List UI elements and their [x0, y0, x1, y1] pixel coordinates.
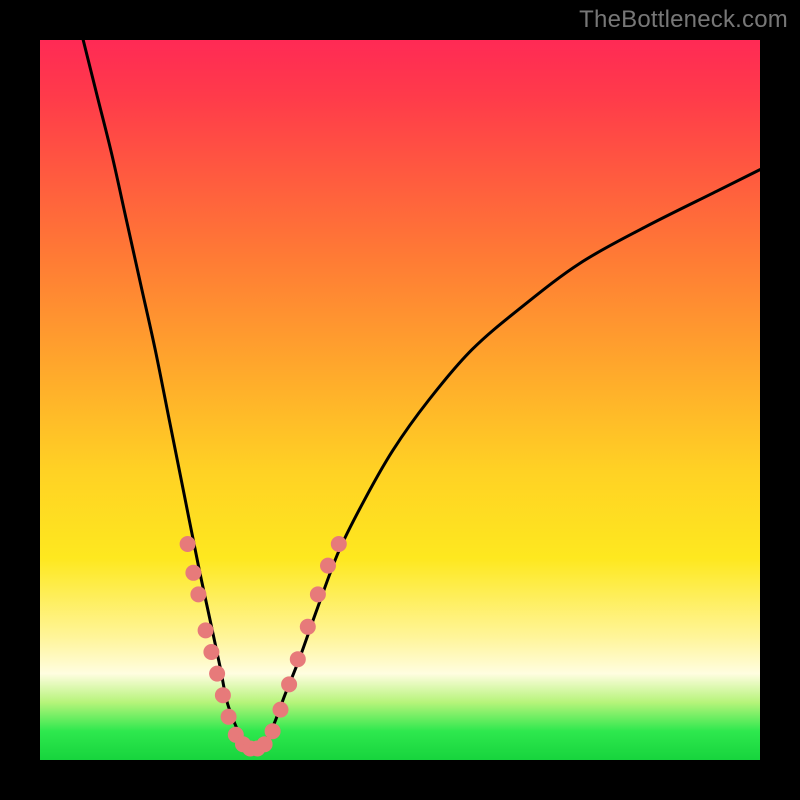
- highlight-dot: [331, 536, 347, 552]
- highlight-dot: [190, 586, 206, 602]
- highlight-dot: [215, 687, 231, 703]
- highlight-dot: [273, 702, 289, 718]
- highlight-dot: [209, 666, 225, 682]
- highlight-dot: [290, 651, 306, 667]
- highlight-dot: [310, 586, 326, 602]
- curve-right-branch: [263, 170, 760, 746]
- highlight-dot: [320, 558, 336, 574]
- plot-area: [40, 40, 760, 760]
- watermark-text: TheBottleneck.com: [579, 6, 788, 34]
- chart-canvas: TheBottleneck.com: [0, 0, 800, 800]
- highlight-dots-group: [180, 536, 347, 757]
- chart-overlay-svg: [40, 40, 760, 760]
- highlight-dot: [281, 676, 297, 692]
- highlight-dot: [198, 622, 214, 638]
- highlight-dot: [185, 565, 201, 581]
- highlight-dot: [221, 709, 237, 725]
- highlight-dot: [203, 644, 219, 660]
- curve-left-branch: [83, 40, 245, 746]
- highlight-dot: [300, 619, 316, 635]
- highlight-dot: [265, 723, 281, 739]
- highlight-dot: [180, 536, 196, 552]
